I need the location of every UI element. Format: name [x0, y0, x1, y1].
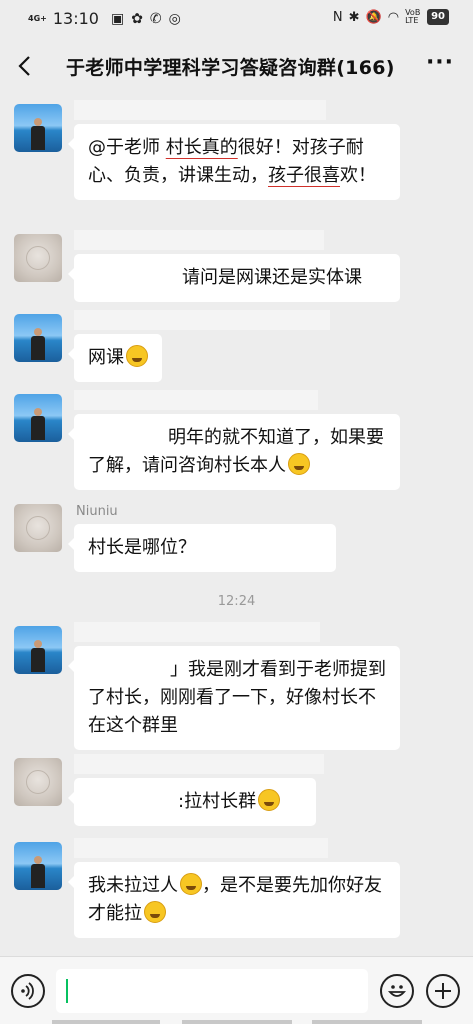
gesture-bar	[0, 1020, 473, 1024]
avatar[interactable]	[14, 104, 62, 152]
redacted-nickname	[74, 100, 326, 120]
redacted-nickname	[74, 390, 318, 410]
wechat-icon: ✿	[131, 10, 143, 27]
back-button[interactable]	[10, 50, 42, 82]
message-bubble[interactable]: 村长是哪位？	[68, 524, 336, 572]
redacted-nickname	[74, 838, 328, 858]
message-bubble[interactable]: 我未拉过人 ，是不是要先加你好友才能拉	[68, 862, 400, 938]
battery-icon: 90	[427, 9, 449, 25]
sender-name: Niuniu	[76, 504, 118, 519]
avatar[interactable]	[14, 758, 62, 806]
message-bubble[interactable]: 」我是刚才看到于老师提到了村长，刚刚看了一下，好像村长不在这个群里	[68, 646, 400, 750]
more-functions-button[interactable]	[426, 974, 460, 1008]
message-bubble[interactable]: 网课	[68, 334, 162, 382]
message-bubble[interactable]: :拉村长群	[68, 778, 316, 826]
avatar[interactable]	[14, 234, 62, 282]
grin-emoji	[288, 453, 310, 475]
redacted-nickname	[74, 310, 330, 330]
text-cursor	[66, 979, 68, 1003]
emoji-icon	[388, 985, 406, 997]
redacted-nickname	[74, 754, 324, 774]
grin-emoji	[258, 789, 281, 811]
avatar[interactable]	[14, 394, 62, 442]
avatar[interactable]	[14, 842, 62, 890]
avatar[interactable]	[14, 504, 62, 552]
avatar[interactable]	[14, 314, 62, 362]
cry-laugh-emoji	[144, 901, 166, 923]
phone-icon: ✆	[149, 10, 162, 27]
voice-button[interactable]	[11, 974, 45, 1008]
chat-header: 于老师中学理科学习答疑咨询群(166) ···	[0, 36, 473, 96]
message-bubble[interactable]: 明年的就不知道了，如果要了解，请问咨询村长本人	[68, 414, 400, 490]
redacted-nickname	[74, 622, 320, 642]
plus-icon	[435, 983, 451, 999]
message-bubble[interactable]: @于老师 村长真的很好！对孩子耐心、负责，讲课生动，孩子很喜欢！	[68, 124, 400, 200]
voice-icon	[21, 982, 34, 1000]
chat-title: 于老师中学理科学习答疑咨询群(166)	[66, 57, 395, 79]
status-bar: 4G+ 13:10 ▣ ✿ ✆ ◎ N ✱ 🔕 ◠ VoB LTE 90	[0, 0, 473, 36]
location-icon: ◎	[168, 10, 181, 27]
avatar[interactable]	[14, 626, 62, 674]
wifi-icon: ◠	[387, 9, 400, 25]
redacted-nickname	[74, 230, 324, 250]
emoji-button[interactable]	[380, 974, 414, 1008]
volte-icon: VoB LTE	[405, 8, 421, 25]
message-bubble[interactable]: 请问是网课还是实体课	[68, 254, 400, 302]
image-icon: ▣	[110, 10, 125, 27]
smile-emoji	[126, 345, 148, 367]
message-list[interactable]: @于老师 村长真的很好！对孩子耐心、负责，讲课生动，孩子很喜欢！ 请问是网课还是…	[0, 96, 473, 956]
nfc-icon: N	[332, 9, 343, 25]
clock: 13:10	[52, 9, 99, 28]
mute-icon: 🔕	[365, 9, 382, 25]
message-input[interactable]	[56, 969, 368, 1013]
cry-laugh-emoji	[180, 873, 202, 895]
back-icon	[18, 56, 30, 76]
network-indicator: 4G+	[28, 14, 47, 23]
more-button[interactable]: ···	[423, 50, 457, 80]
bluetooth-icon: ✱	[348, 9, 360, 25]
input-bar	[0, 956, 473, 1024]
message-timestamp: 12:24	[217, 594, 256, 609]
